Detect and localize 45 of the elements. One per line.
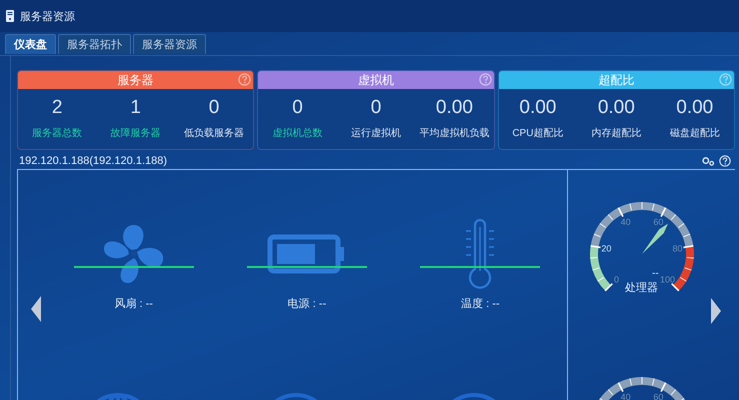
gauge-value: -- — [652, 268, 658, 279]
gauge-tick-label: 100 — [659, 274, 674, 284]
stat-value: 0 — [292, 97, 303, 119]
gauge-tick-label: 80 — [672, 243, 682, 254]
card-title: 虚拟机 — [358, 72, 394, 88]
server-icon — [6, 10, 14, 22]
previous-arrow-icon[interactable] — [31, 296, 41, 322]
window-title: 服务器资源 — [20, 10, 75, 24]
stat-value: 0.00 — [519, 97, 556, 119]
stat-label: 虚拟机总数 — [272, 126, 323, 140]
stat-value: 0.00 — [436, 97, 473, 119]
gauge-tick-label: 20 — [600, 243, 611, 254]
stat-label: CPU超配比 — [512, 126, 564, 140]
stat-label: 低负载服务器 — [184, 126, 244, 140]
battery-icon — [266, 234, 347, 274]
sensor-label: 温度 : -- — [461, 296, 500, 311]
sensor-label: 风扇 : -- — [114, 296, 153, 311]
stat-label: 服务器总数 — [32, 126, 82, 140]
sensor-label: 电源 : -- — [288, 297, 326, 311]
stat-value: 2 — [52, 97, 62, 119]
stat-label: 故障服务器 — [110, 126, 161, 140]
stat-value: 1 — [130, 97, 141, 119]
tab[interactable]: 仪表盘 — [5, 34, 56, 54]
stat-label: 内存超配比 — [591, 126, 642, 140]
stat-label: 运行虚拟机 — [350, 126, 401, 140]
stat-label: 平均虚拟机负载 — [419, 126, 490, 140]
host-name: 192.120.1.188(192.120.1.188) — [19, 155, 168, 167]
stat-value: 0.00 — [676, 97, 714, 119]
card-title: 超配比 — [598, 72, 634, 88]
gauge-tick-label: 40 — [620, 392, 630, 400]
tab[interactable]: 服务器拓扑 — [58, 34, 131, 54]
gauge-tick-label: 0 — [614, 274, 619, 284]
stat-value: 0 — [370, 97, 382, 119]
stat-value: 0 — [208, 97, 220, 119]
next-arrow-icon[interactable] — [711, 298, 721, 324]
settings-icon[interactable] — [702, 156, 715, 166]
stat-value: 0.00 — [598, 97, 635, 119]
gauge-tick-label: 40 — [620, 216, 630, 227]
help-icon[interactable] — [719, 155, 731, 167]
tab[interactable]: 服务器资源 — [133, 34, 206, 54]
card-title: 服务器 — [118, 72, 154, 88]
stat-label: 磁盘超配比 — [670, 126, 720, 140]
gauge-label: 处理器 — [625, 281, 658, 295]
gauge-tick-label: 60 — [652, 216, 663, 227]
gauge-tick-label: 60 — [652, 392, 663, 400]
